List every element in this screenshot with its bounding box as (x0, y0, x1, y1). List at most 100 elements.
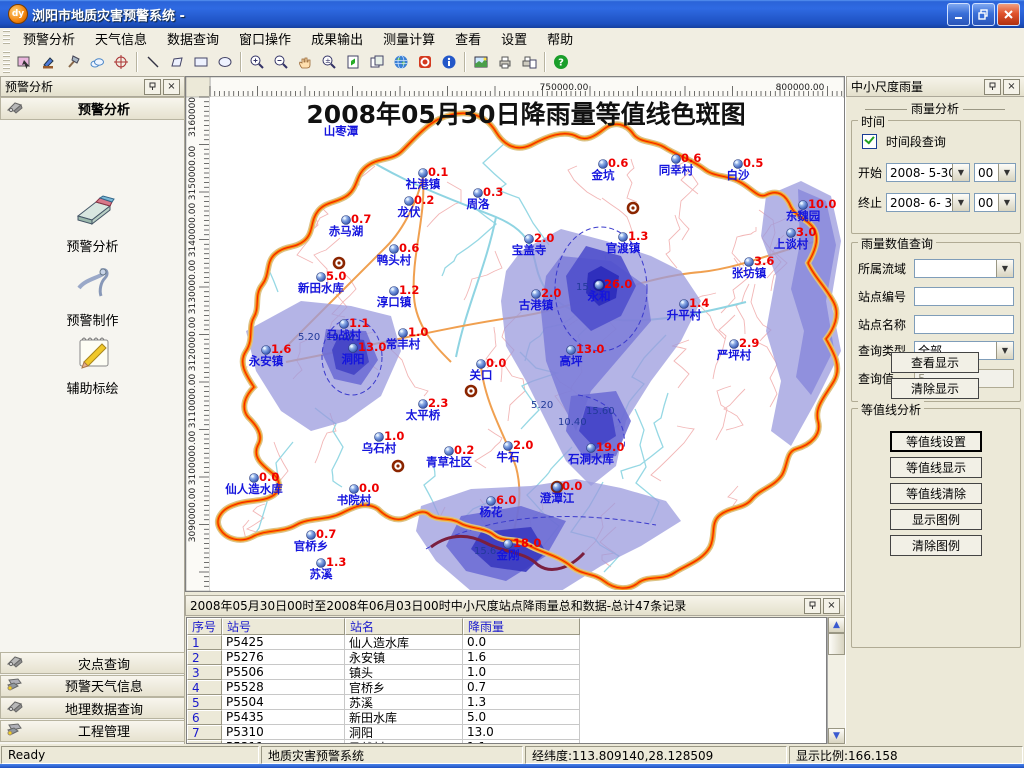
menu-item-窗口操作[interactable]: 窗口操作 (229, 28, 301, 49)
left-bar-预警天气信息[interactable]: 预警天气信息 (0, 675, 185, 697)
draw-line-icon[interactable] (141, 50, 165, 74)
help-icon[interactable]: ? (549, 50, 573, 74)
column-header-降雨量[interactable]: 降雨量 (463, 618, 580, 635)
chevron-down-icon[interactable]: ▼ (998, 164, 1015, 181)
scroll-thumb[interactable] (828, 633, 845, 655)
close-button[interactable] (997, 3, 1020, 26)
left-bar-灾点查询[interactable]: 灾点查询 (0, 652, 185, 674)
chevron-down-icon[interactable]: ▼ (998, 194, 1015, 211)
station-rainfall-value: 0.2 (454, 443, 474, 457)
station-name: 同幸村 (659, 163, 694, 177)
minimize-button[interactable] (947, 3, 970, 26)
station-rainfall-value: 5.0 (326, 269, 346, 283)
copy-map-icon[interactable] (365, 50, 389, 74)
scroll-down-icon[interactable]: ▼ (828, 728, 845, 744)
menu-item-数据查询[interactable]: 数据查询 (157, 28, 229, 49)
zoom-in-icon[interactable] (245, 50, 269, 74)
globe-icon[interactable] (389, 50, 413, 74)
button-查看显示[interactable]: 查看显示 (891, 352, 979, 373)
zoom-extent-icon[interactable]: ± (317, 50, 341, 74)
pan-icon[interactable] (293, 50, 317, 74)
end-label: 终止 (858, 194, 886, 211)
menu-item-帮助[interactable]: 帮助 (537, 28, 583, 49)
column-header-站名[interactable]: 站名 (345, 618, 463, 635)
rainfall-map[interactable]: 750000.00800000.0031600003150000.0031400… (186, 77, 844, 591)
menu-item-测量计算[interactable]: 测量计算 (373, 28, 445, 49)
station-山枣潭[interactable]: 山枣潭 (324, 124, 359, 138)
close-icon[interactable]: × (823, 598, 840, 614)
station-name: 淳口镇 (377, 295, 412, 309)
pin-icon[interactable] (984, 79, 1001, 95)
button-清除显示[interactable]: 清除显示 (891, 378, 979, 399)
start-label: 开始 (858, 164, 886, 181)
menu-item-成果输出[interactable]: 成果输出 (301, 28, 373, 49)
chevron-down-icon[interactable]: ▼ (996, 342, 1013, 359)
table-row[interactable]: 3P5506镇头1.0 (187, 665, 826, 680)
chevron-down-icon[interactable]: ▼ (952, 194, 969, 211)
station-name: 官渡镇 (606, 241, 641, 255)
print-icon[interactable] (493, 50, 517, 74)
cloud-tool-icon[interactable] (85, 50, 109, 74)
chevron-down-icon[interactable]: ▼ (996, 260, 1013, 277)
menu-item-设置[interactable]: 设置 (491, 28, 537, 49)
restore-button[interactable] (972, 3, 995, 26)
table-row[interactable]: 6P5435新田水库5.0 (187, 710, 826, 725)
button-等值线设置[interactable]: 等值线设置 (890, 431, 982, 452)
cell: 1.6 (463, 650, 580, 665)
left-item-预警分析[interactable]: 预警分析 (0, 194, 185, 255)
end-hour-select[interactable]: 00 ▼ (974, 193, 1016, 212)
toolbar-separator (240, 52, 242, 72)
column-header-站号[interactable]: 站号 (222, 618, 345, 635)
time-range-checkbox[interactable]: 时间段查询 (862, 133, 946, 150)
menu-item-查看[interactable]: 查看 (445, 28, 491, 49)
station-rainfall-value: 0.2 (414, 193, 434, 207)
menu-item-预警分析[interactable]: 预警分析 (13, 28, 85, 49)
draw-rect-icon[interactable] (189, 50, 213, 74)
close-icon[interactable]: × (163, 79, 180, 95)
station-rainfall-value: 0.7 (351, 212, 371, 226)
close-icon[interactable]: × (1003, 79, 1020, 95)
print-preview-icon[interactable] (517, 50, 541, 74)
left-group-header[interactable]: 预警分析 (0, 97, 185, 120)
pin-icon[interactable] (144, 79, 161, 95)
draw-polygon-icon[interactable] (165, 50, 189, 74)
warning-map-icon[interactable] (13, 50, 37, 74)
map-legend-icon[interactable] (469, 50, 493, 74)
start-hour-select[interactable]: 00 ▼ (974, 163, 1016, 182)
left-bar-工程管理[interactable]: 工程管理 (0, 720, 185, 742)
left-item-预警制作[interactable]: 预警制作 (0, 264, 185, 329)
table-row[interactable]: 7P5310洞阳13.0 (187, 725, 826, 740)
draw-ellipse-icon[interactable] (213, 50, 237, 74)
table-row[interactable]: 4P5528官桥乡0.7 (187, 680, 826, 695)
scroll-up-icon[interactable]: ▲ (828, 617, 845, 633)
rainfall-table[interactable]: 序号站号站名降雨量 1P5425仙人造水库0.02P5276永安镇1.63P55… (186, 617, 827, 744)
button-等值线清除[interactable]: 等值线清除 (890, 483, 982, 504)
center-tool-icon[interactable] (109, 50, 133, 74)
button-显示图例[interactable]: 显示图例 (890, 509, 982, 530)
column-header-序号[interactable]: 序号 (187, 618, 222, 635)
input-站点名称[interactable] (914, 315, 1014, 334)
info-icon[interactable] (437, 50, 461, 74)
zoom-out-icon[interactable] (269, 50, 293, 74)
pin-icon[interactable] (804, 598, 821, 614)
table-row[interactable]: 5P5504苏溪1.3 (187, 695, 826, 710)
checkbox-checked-icon[interactable] (862, 134, 877, 149)
end-date-select[interactable]: 2008- 6- 3 ▼ (886, 193, 970, 212)
toolbar-separator (464, 52, 466, 72)
stop-icon[interactable] (413, 50, 437, 74)
left-bar-地理数据查询[interactable]: 地理数据查询 (0, 697, 185, 719)
button-清除图例[interactable]: 清除图例 (890, 535, 982, 556)
select-所属流域[interactable]: ▼ (914, 259, 1014, 278)
table-scrollbar[interactable]: ▲ ▼ (827, 617, 845, 744)
table-row[interactable]: 2P5276永安镇1.6 (187, 650, 826, 665)
table-row[interactable]: 1P5425仙人造水库0.0 (187, 635, 826, 650)
button-等值线显示[interactable]: 等值线显示 (890, 457, 982, 478)
pick-tool-icon[interactable] (61, 50, 85, 74)
input-站点编号[interactable] (914, 287, 1014, 306)
start-date-select[interactable]: 2008- 5-30 ▼ (886, 163, 970, 182)
refresh-page-icon[interactable] (341, 50, 365, 74)
chevron-down-icon[interactable]: ▼ (952, 164, 969, 181)
station-paint-icon[interactable] (37, 50, 61, 74)
left-item-辅助标绘[interactable]: 辅助标绘 (0, 332, 185, 397)
menu-item-天气信息[interactable]: 天气信息 (85, 28, 157, 49)
